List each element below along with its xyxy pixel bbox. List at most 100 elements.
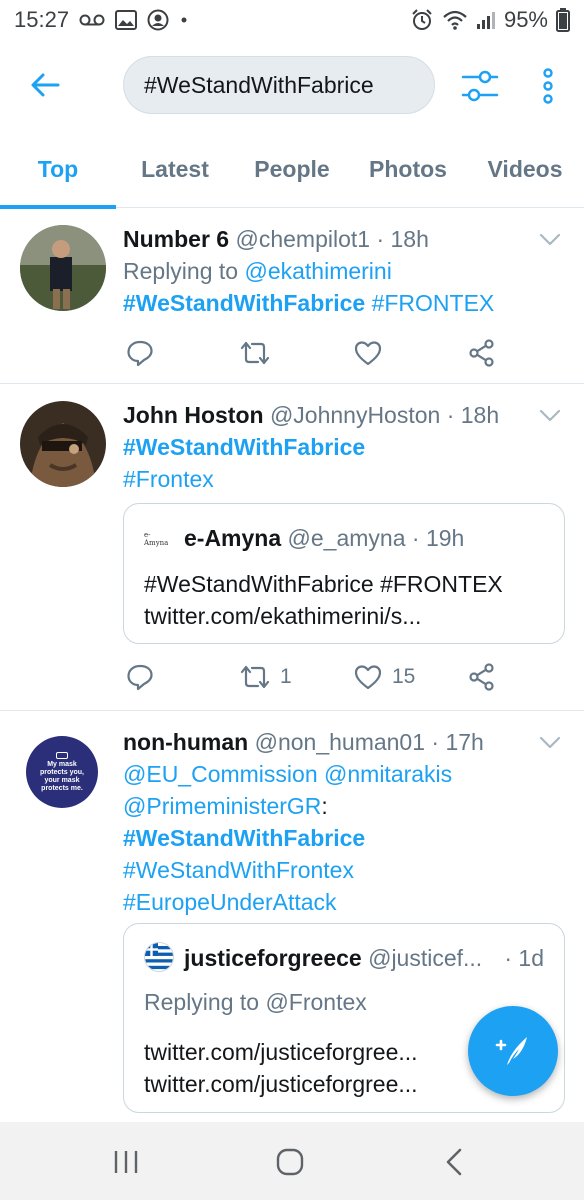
quoted-replying: Replying to @Frontex xyxy=(144,989,367,1015)
tweet-author-handle[interactable]: @non_human01 xyxy=(255,729,425,755)
hashtag-link[interactable]: #FRONTEX xyxy=(372,290,495,316)
quoted-link: twitter.com/ekathimerini/s... xyxy=(144,603,422,629)
mask-icon xyxy=(56,751,68,759)
back-arrow-icon xyxy=(31,73,60,97)
tweet-author-handle[interactable]: @JohnnyHoston xyxy=(270,402,440,428)
search-input[interactable]: #WeStandWithFabrice xyxy=(123,56,435,114)
avatar[interactable] xyxy=(20,225,106,311)
tab-videos[interactable]: Videos xyxy=(466,130,584,208)
alarm-icon xyxy=(410,8,434,32)
quoted-time: · 1d xyxy=(504,945,544,971)
tab-people[interactable]: People xyxy=(234,130,350,208)
tweet-menu-button[interactable] xyxy=(538,227,562,251)
chevron-down-icon xyxy=(539,233,561,246)
hashtag-link[interactable]: #WeStandWithFabrice xyxy=(123,290,365,316)
home-button[interactable] xyxy=(270,1142,310,1182)
wifi-icon xyxy=(442,9,468,31)
battery-icon xyxy=(556,8,570,32)
tweet-author-handle[interactable]: @chempilot1 xyxy=(235,226,370,252)
nav-back-icon xyxy=(446,1148,462,1176)
quoted-link: twitter.com/justiceforgree... xyxy=(144,1071,418,1097)
retweet-icon xyxy=(240,341,270,365)
share-button[interactable] xyxy=(468,657,496,697)
tweet-menu-button[interactable] xyxy=(538,730,562,754)
quoted-tweet[interactable]: e-Amyna e-Amyna @e_amyna · 19h #WeStandW… xyxy=(123,503,565,644)
home-icon xyxy=(276,1148,304,1176)
back-button[interactable] xyxy=(24,64,66,106)
retweet-icon xyxy=(240,665,270,689)
reply-icon xyxy=(127,340,153,367)
status-time: 15:27 xyxy=(14,7,70,32)
quoted-link: twitter.com/justiceforgree... xyxy=(144,1039,418,1065)
recent-apps-icon xyxy=(114,1151,138,1173)
share-icon xyxy=(469,663,494,691)
quoted-author-name: justiceforgreece xyxy=(184,945,362,971)
tweet-author-name[interactable]: John Hoston xyxy=(123,402,264,428)
like-count: 15 xyxy=(392,665,416,688)
avatar[interactable] xyxy=(20,401,106,487)
tweet-time: · 18h xyxy=(376,226,429,252)
tab-photos[interactable]: Photos xyxy=(350,130,466,208)
search-tabs: Top Latest People Photos Videos xyxy=(0,130,584,209)
reply-icon xyxy=(127,664,153,691)
like-icon xyxy=(354,341,382,366)
image-icon xyxy=(115,10,138,30)
mention-link[interactable]: @nmitarakis xyxy=(324,761,452,787)
compose-tweet-icon xyxy=(495,1037,527,1065)
search-header: #WeStandWithFabrice xyxy=(0,40,584,130)
tweet-menu-button[interactable] xyxy=(538,403,562,427)
compose-tweet-button[interactable] xyxy=(468,1006,558,1096)
signal-icon xyxy=(476,10,496,30)
retweet-button[interactable] xyxy=(240,333,270,373)
notification-dot-icon xyxy=(179,15,189,25)
hashtag-link[interactable]: #Frontex xyxy=(123,466,214,492)
tweet-time: · 17h xyxy=(431,729,484,755)
tweet-author-name[interactable]: non-human xyxy=(123,729,248,755)
quoted-avatar: e-Amyna xyxy=(144,531,169,547)
mention-link[interactable]: @EU_Commission xyxy=(123,761,318,787)
more-vertical-icon xyxy=(543,68,553,104)
quoted-time: · 19h xyxy=(411,525,465,551)
tweet-actions: 1 15 xyxy=(126,657,506,697)
tweet-time: · 18h xyxy=(446,402,500,428)
chevron-down-icon xyxy=(539,736,561,749)
like-icon xyxy=(354,665,382,690)
tweet-actions xyxy=(126,333,506,373)
search-query: #WeStandWithFabrice xyxy=(144,71,374,98)
mention-link[interactable]: @ekathimerini xyxy=(244,258,391,284)
voicemail-icon xyxy=(79,13,105,27)
hashtag-link[interactable]: #EuropeUnderAttack xyxy=(123,889,337,915)
hashtag-link[interactable]: #WeStandWithFabrice xyxy=(123,825,365,851)
mention-link[interactable]: @PrimeministerGR xyxy=(123,793,321,819)
reply-button[interactable] xyxy=(126,333,154,373)
tweet-author-name[interactable]: Number 6 xyxy=(123,226,229,252)
like-button[interactable]: 15 xyxy=(354,657,415,697)
avatar[interactable]: My mask protects you, your mask protects… xyxy=(26,736,98,808)
tweet[interactable]: John Hoston @JohnnyHoston · 18h #WeStand… xyxy=(0,385,584,711)
chevron-down-icon xyxy=(539,409,561,422)
replying-label: Replying to xyxy=(123,258,245,284)
hashtag-link[interactable]: #WeStandWithFabrice xyxy=(123,434,365,460)
recent-apps-button[interactable] xyxy=(106,1142,146,1182)
search-filter-button[interactable] xyxy=(458,64,502,108)
avatar-caption: My mask protects you, your mask protects… xyxy=(40,760,84,792)
quoted-author-handle: @justicef... xyxy=(368,945,483,971)
tab-top[interactable]: Top xyxy=(0,130,116,209)
more-options-button[interactable] xyxy=(532,64,564,108)
like-button[interactable] xyxy=(354,333,382,373)
hashtag-link[interactable]: #WeStandWithFrontex xyxy=(123,857,354,883)
tweet[interactable]: Number 6 @chempilot1 · 18h Replying to @… xyxy=(0,209,584,384)
nav-back-button[interactable] xyxy=(434,1142,474,1182)
retweet-button[interactable]: 1 xyxy=(240,657,292,697)
share-icon xyxy=(469,339,494,367)
tab-latest[interactable]: Latest xyxy=(116,130,234,208)
quoted-author-handle: @e_amyna xyxy=(287,525,406,551)
share-button[interactable] xyxy=(468,333,496,373)
reply-button[interactable] xyxy=(126,657,154,697)
account-icon xyxy=(147,9,169,31)
quoted-text: #WeStandWithFabrice #FRONTEX xyxy=(144,571,503,597)
tweet-text: : xyxy=(321,793,328,819)
retweet-count: 1 xyxy=(280,665,292,688)
quoted-author-name: e-Amyna xyxy=(184,525,282,551)
filter-sliders-icon xyxy=(461,70,499,102)
